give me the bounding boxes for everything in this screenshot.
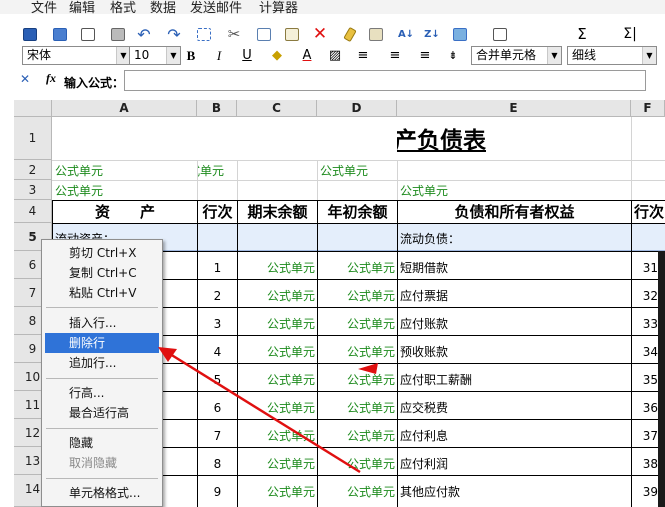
annotation-overlay <box>158 347 378 474</box>
annotation-pointer <box>358 363 378 374</box>
annotation-arrow-line <box>169 352 361 474</box>
annotation-arrowhead <box>158 347 177 362</box>
